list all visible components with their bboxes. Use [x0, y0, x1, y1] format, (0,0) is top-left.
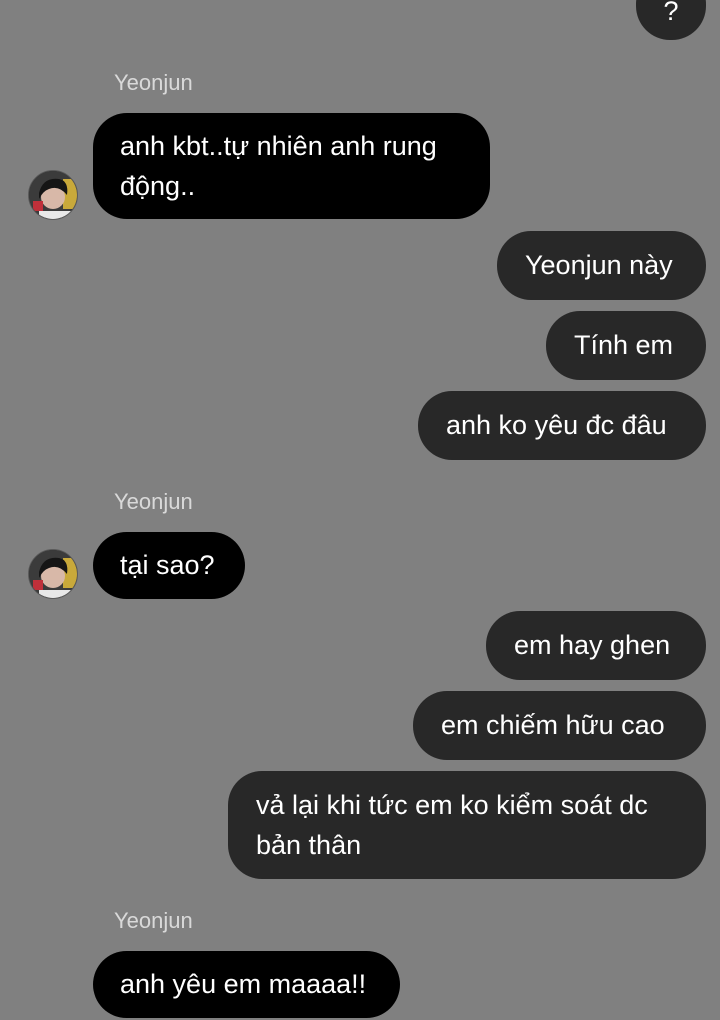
sender-name: Yeonjun [114, 489, 193, 514]
sender-name: Yeonjun [114, 70, 193, 95]
message-text: anh kbt..tự nhiên anh rung động.. [120, 131, 437, 201]
sender-avatar[interactable] [28, 549, 78, 599]
message-bubble-outgoing[interactable]: Tính em [546, 311, 706, 380]
message-bubble-outgoing[interactable]: Yeonjun này [497, 231, 706, 300]
message-text: ? [663, 0, 679, 26]
message-text: anh yêu em maaaa!! [120, 969, 367, 999]
message-text: em chiếm hữu cao [441, 710, 665, 740]
message-text: vả lại khi tức em ko kiểm soát dc bản th… [256, 790, 648, 860]
message-bubble-outgoing[interactable]: ? [636, 0, 706, 40]
message-text: em hay ghen [514, 630, 671, 660]
sender-name: Yeonjun [114, 908, 193, 933]
message-bubble-outgoing[interactable]: vả lại khi tức em ko kiểm soát dc bản th… [228, 771, 706, 879]
message-text: Tính em [574, 330, 674, 360]
message-text: Yeonjun này [525, 250, 673, 280]
message-bubble-outgoing[interactable]: anh ko yêu đc đâu [418, 391, 706, 460]
chat-thread[interactable]: ? Yeonjun anh kbt..tự nhiên anh rung độn… [0, 0, 720, 1020]
avatar-photo-icon [29, 171, 77, 219]
sender-avatar[interactable] [28, 170, 78, 220]
message-bubble-incoming[interactable]: tại sao? [93, 532, 245, 599]
message-bubble-incoming[interactable]: anh yêu em maaaa!! [93, 951, 400, 1018]
message-bubble-outgoing[interactable]: em chiếm hữu cao [413, 691, 706, 760]
message-text: tại sao? [120, 550, 215, 580]
message-text: anh ko yêu đc đâu [446, 410, 667, 440]
message-bubble-incoming[interactable]: anh kbt..tự nhiên anh rung động.. [93, 113, 490, 219]
avatar-photo-icon [29, 550, 77, 598]
message-bubble-outgoing[interactable]: em hay ghen [486, 611, 706, 680]
